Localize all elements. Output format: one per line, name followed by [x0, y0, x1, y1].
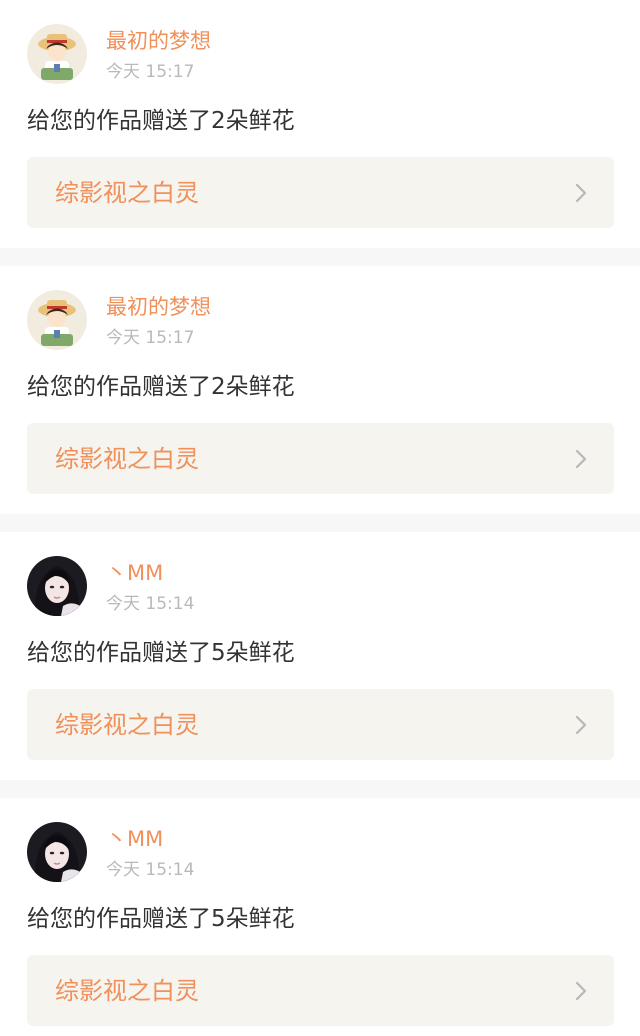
work-link-button[interactable]: 综影视之白灵 [27, 689, 614, 760]
timestamp: 今天 15:14 [106, 860, 195, 880]
notification-card: 最初的梦想 今天 15:17 给您的作品赠送了2朵鲜花 综影视之白灵 [0, 266, 640, 514]
username[interactable]: 最初的梦想 [106, 28, 211, 54]
work-title: 综影视之白灵 [55, 445, 199, 473]
chevron-right-icon [575, 981, 587, 1001]
chevron-right-icon [575, 715, 587, 735]
notification-feed: 最初的梦想 今天 15:17 给您的作品赠送了2朵鲜花 综影视之白灵 最初的梦想… [0, 0, 640, 1036]
username[interactable]: 丶MM [106, 560, 163, 586]
gift-message: 给您的作品赠送了5朵鲜花 [27, 640, 295, 666]
gift-message: 给您的作品赠送了2朵鲜花 [27, 108, 295, 134]
work-title: 综影视之白灵 [55, 179, 199, 207]
girl-photo-avatar-icon [27, 556, 87, 616]
user-avatar[interactable] [27, 24, 87, 84]
timestamp: 今天 15:14 [106, 594, 195, 614]
cartoon-boy-avatar-icon [27, 290, 87, 350]
work-link-button[interactable]: 综影视之白灵 [27, 157, 614, 228]
girl-photo-avatar-icon [27, 822, 87, 882]
user-avatar[interactable] [27, 556, 87, 616]
user-avatar[interactable] [27, 822, 87, 882]
cartoon-boy-avatar-icon [27, 24, 87, 84]
notification-card: 丶MM 今天 15:14 给您的作品赠送了5朵鲜花 综影视之白灵 [0, 532, 640, 780]
work-title: 综影视之白灵 [55, 977, 199, 1005]
chevron-right-icon [575, 183, 587, 203]
username[interactable]: 丶MM [106, 826, 163, 852]
chevron-right-icon [575, 449, 587, 469]
notification-card: 最初的梦想 今天 15:17 给您的作品赠送了2朵鲜花 综影视之白灵 [0, 0, 640, 248]
user-avatar[interactable] [27, 290, 87, 350]
work-link-button[interactable]: 综影视之白灵 [27, 955, 614, 1026]
work-link-button[interactable]: 综影视之白灵 [27, 423, 614, 494]
gift-message: 给您的作品赠送了2朵鲜花 [27, 374, 295, 400]
username[interactable]: 最初的梦想 [106, 294, 211, 320]
timestamp: 今天 15:17 [106, 328, 195, 348]
gift-message: 给您的作品赠送了5朵鲜花 [27, 906, 295, 932]
notification-card: 丶MM 今天 15:14 给您的作品赠送了5朵鲜花 综影视之白灵 [0, 798, 640, 1036]
work-title: 综影视之白灵 [55, 711, 199, 739]
timestamp: 今天 15:17 [106, 62, 195, 82]
